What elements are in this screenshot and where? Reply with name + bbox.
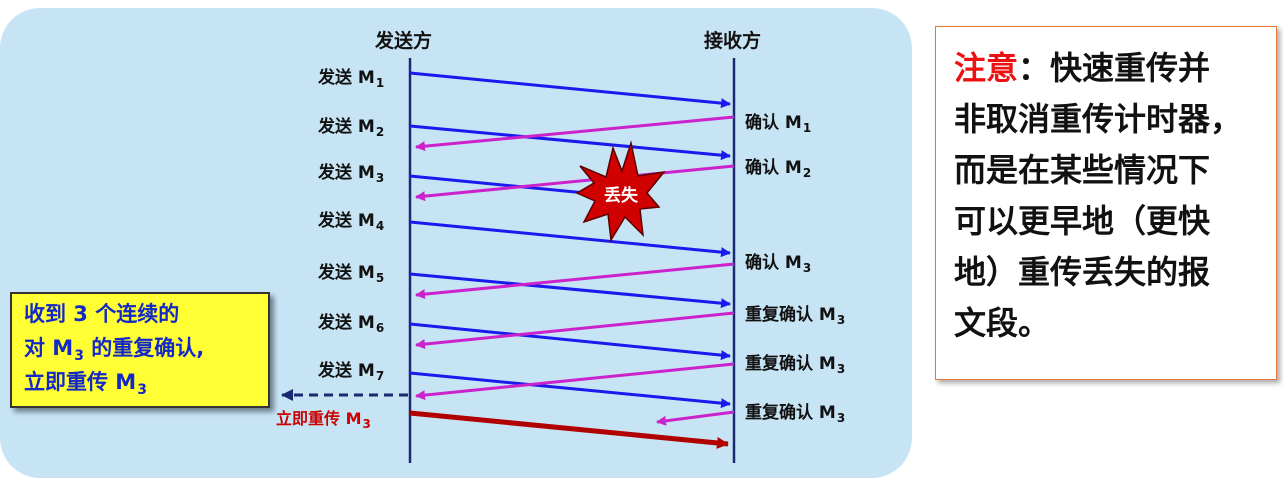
lost-label: 丢失 <box>604 185 639 206</box>
send-label-m5: 发送 M5 <box>318 263 385 285</box>
ack-arrow-6 <box>656 410 735 426</box>
send-label-m2: 发送 M2 <box>318 117 385 139</box>
note-text: 注意：快速重传并 非取消重传计时器， 而是在某些情况下 可以更早地（更快 地）重… <box>954 49 1243 342</box>
callout-box: 收到 3 个连续的 对 M3 的重复确认, 立即重传 M3 <box>10 292 270 408</box>
callout-line-3: 立即重传 M3 <box>24 370 147 398</box>
data-arrow-m1 <box>409 71 731 109</box>
ack-label-3: 确认 M3 <box>745 253 812 275</box>
note-heading: 注意 <box>954 49 1019 87</box>
ack-label-2: 确认 M2 <box>745 158 812 180</box>
data-arrow-m2 <box>409 124 731 161</box>
ack-label-1: 确认 M1 <box>745 113 812 135</box>
send-label-m6: 发送 M6 <box>318 313 385 335</box>
dup-ack-label-2: 重复确认 M3 <box>745 354 846 376</box>
callout-line-1: 收到 3 个连续的 <box>24 302 180 326</box>
retransmit-label: 立即重传 M3 <box>276 409 371 431</box>
data-arrow-m3-lost <box>409 174 597 199</box>
sender-title: 发送方 <box>375 30 433 52</box>
callout-line-2: 对 M3 的重复确认, <box>24 336 205 364</box>
send-label-m3: 发送 M3 <box>318 163 385 185</box>
data-arrow-m7 <box>409 371 731 409</box>
send-label-m7: 发送 M7 <box>318 361 385 383</box>
receiver-title: 接收方 <box>704 30 762 52</box>
dup-ack-label-3: 重复确认 M3 <box>745 403 846 425</box>
note-box: 注意：快速重传并 非取消重传计时器， 而是在某些情况下 可以更早地（更快 地）重… <box>935 26 1277 380</box>
data-arrow-m4 <box>409 220 731 258</box>
send-label-m4: 发送 M4 <box>318 211 385 233</box>
ack-arrow-5 <box>415 362 735 401</box>
send-label-m1: 发送 M1 <box>318 68 385 90</box>
dup-ack-label-1: 重复确认 M3 <box>745 305 846 327</box>
